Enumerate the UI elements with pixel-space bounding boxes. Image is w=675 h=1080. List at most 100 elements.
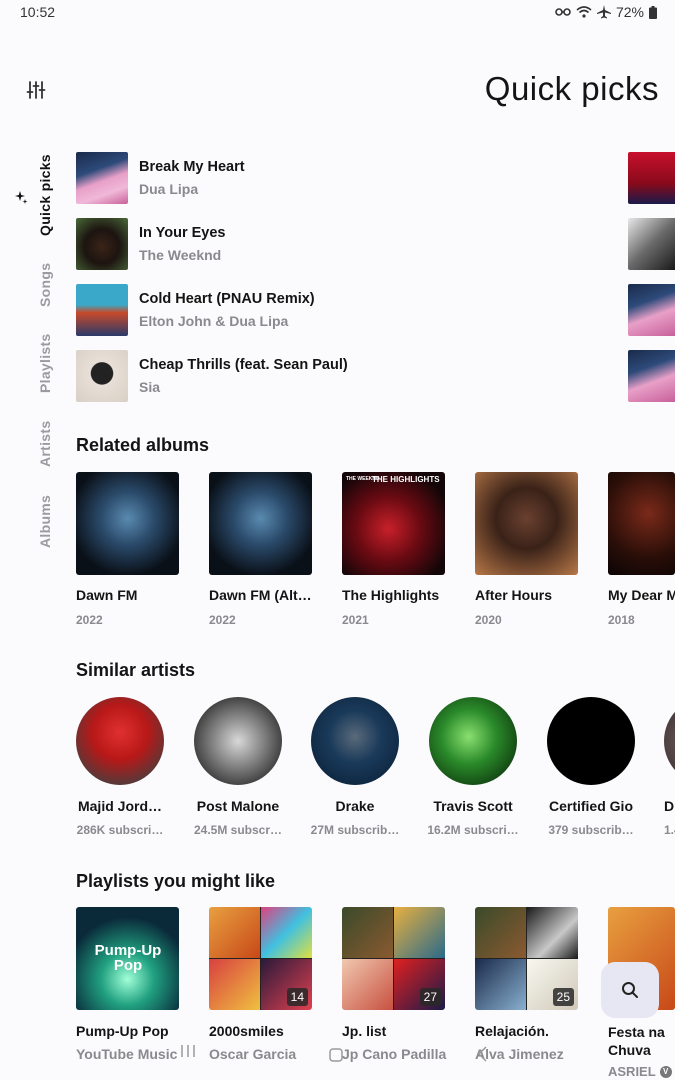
- side-nav-playlists[interactable]: Playlists: [37, 333, 53, 393]
- section-title-related-albums: Related albums: [76, 435, 210, 455]
- section-title-playlists: Playlists you might like: [76, 871, 276, 891]
- artist-subscribers: 16.2M subscri…: [427, 823, 519, 837]
- album-card[interactable]: My Dear M 2018: [608, 472, 675, 627]
- song-title: Break My Heart: [139, 159, 245, 175]
- artist-card[interactable]: Travis Scott 16.2M subscri…: [421, 697, 525, 837]
- peek-thumbnail[interactable]: [628, 350, 675, 402]
- playlist-art: 27: [342, 907, 445, 1010]
- search-button[interactable]: [601, 962, 659, 1018]
- album-art: [209, 472, 312, 575]
- wifi-icon: [576, 6, 592, 18]
- album-year: 2022: [76, 613, 103, 627]
- album-title: My Dear M: [608, 587, 675, 603]
- artist-avatar: [311, 697, 399, 785]
- album-art-text: THE HIGHLIGHTS: [372, 475, 440, 484]
- song-thumbnail: [76, 350, 128, 402]
- artist-card-partial[interactable]: D 1.4: [664, 697, 675, 857]
- side-nav-songs[interactable]: Songs: [37, 263, 53, 307]
- album-card[interactable]: THE HIGHLIGHTS THE WEEKND The Highlights…: [342, 472, 445, 627]
- album-art: [76, 472, 179, 575]
- side-nav-quick-picks[interactable]: Quick picks: [37, 154, 53, 236]
- filter-sliders-icon[interactable]: [26, 80, 46, 100]
- album-year: 2020: [475, 613, 502, 627]
- page-title: Quick picks: [484, 70, 659, 107]
- playlist-art-text: Pump-Up Pop: [94, 942, 162, 974]
- playlist-art: 25: [475, 907, 578, 1010]
- playlist-title: Jp. list: [342, 1023, 387, 1039]
- song-thumbnail: [76, 284, 128, 336]
- playlist-title: Festa na Chuva: [608, 1024, 665, 1058]
- home-icon[interactable]: [329, 1048, 343, 1062]
- album-art-subtext: THE WEEKND: [346, 476, 380, 482]
- artist-name: Drake: [335, 798, 375, 814]
- album-art: [608, 472, 675, 575]
- song-title: Cold Heart (PNAU Remix): [139, 291, 315, 307]
- song-artist: The Weeknd: [139, 247, 222, 263]
- album-card[interactable]: Dawn FM 2022: [76, 472, 179, 627]
- side-nav-albums[interactable]: Albums: [37, 495, 53, 548]
- airplane-icon: [596, 5, 611, 19]
- song-thumbnail: [76, 218, 128, 270]
- battery-icon: [649, 5, 657, 19]
- song-row[interactable]: Break My Heart Dua Lipa: [76, 152, 556, 204]
- song-row[interactable]: Cold Heart (PNAU Remix) Elton John & Dua…: [76, 284, 556, 336]
- artist-name: Post Malone: [196, 798, 280, 814]
- status-icons: 72%: [555, 4, 657, 20]
- artist-name: Travis Scott: [433, 798, 513, 814]
- album-card[interactable]: Dawn FM (Alt… 2022: [209, 472, 312, 627]
- artist-avatar: [429, 697, 517, 785]
- sparkle-icon: [15, 191, 28, 204]
- status-time: 10:52: [20, 4, 56, 20]
- status-bar: 10:52 72%: [0, 0, 675, 26]
- album-art: THE HIGHLIGHTS THE WEEKND: [342, 472, 445, 575]
- artist-subscribers: 379 subscrib…: [548, 823, 634, 837]
- battery-percent: 72%: [615, 4, 644, 20]
- playlist-owner: Alva Jimenez: [475, 1046, 564, 1062]
- peek-thumbnail[interactable]: [628, 284, 675, 336]
- artist-avatar: [547, 697, 635, 785]
- artist-avatar: [194, 697, 282, 785]
- playlist-owner: Oscar Garcia: [209, 1046, 297, 1062]
- playlist-card[interactable]: 14 2000smiles Oscar Garcia: [209, 907, 312, 1062]
- artist-subscribers: 27M subscrib…: [310, 823, 400, 837]
- album-year: 2021: [342, 613, 369, 627]
- album-title: After Hours: [475, 587, 553, 603]
- artist-name: Certified Gio: [548, 798, 633, 814]
- song-artist: Elton John & Dua Lipa: [139, 313, 289, 329]
- playlist-track-count: 27: [419, 988, 441, 1006]
- side-nav-artists[interactable]: Artists: [37, 421, 53, 467]
- playlist-title: Relajación.: [475, 1023, 549, 1039]
- playlist-title: 2000smiles: [209, 1023, 284, 1039]
- album-title: Dawn FM: [76, 587, 138, 603]
- back-icon[interactable]: [476, 1046, 488, 1062]
- artist-name: Majid Jord…: [77, 798, 162, 814]
- peek-thumbnail[interactable]: [628, 152, 675, 204]
- artist-card[interactable]: Majid Jord… 286K subscri…: [68, 697, 172, 837]
- playlist-title: Pump-Up Pop: [76, 1023, 169, 1039]
- artist-subscribers: 286K subscri…: [76, 823, 164, 837]
- playlist-card[interactable]: 27 Jp. list Jp Cano Padilla: [342, 907, 446, 1062]
- playlist-art: 14: [209, 907, 312, 1010]
- peek-thumbnail[interactable]: [628, 218, 675, 270]
- verified-badge-icon: V: [659, 1065, 672, 1078]
- album-art: [475, 472, 578, 575]
- artist-avatar: [76, 697, 164, 785]
- playlist-track-count: 25: [552, 988, 574, 1006]
- section-title-similar-artists: Similar artists: [76, 660, 196, 680]
- album-title: The Highlights: [342, 587, 440, 603]
- song-artist: Sia: [139, 379, 161, 395]
- playlist-card[interactable]: Pump-Up Pop Pump-Up Pop YouTube Music: [76, 907, 179, 1062]
- song-row[interactable]: In Your Eyes The Weeknd: [76, 218, 556, 270]
- artist-subscribers: 1.4: [664, 823, 675, 837]
- song-title: Cheap Thrills (feat. Sean Paul): [139, 357, 348, 373]
- playlist-owner: ASRIEL V: [608, 1064, 672, 1079]
- artist-card[interactable]: Certified Gio 379 subscrib…: [539, 697, 643, 837]
- artist-card[interactable]: Drake 27M subscrib…: [303, 697, 407, 837]
- artist-name: D: [664, 798, 675, 814]
- recent-apps-icon[interactable]: [180, 1044, 196, 1058]
- playlist-owner: Jp Cano Padilla: [342, 1046, 447, 1062]
- artist-card[interactable]: Post Malone 24.5M subscr…: [186, 697, 290, 837]
- song-row[interactable]: Cheap Thrills (feat. Sean Paul) Sia: [76, 350, 556, 402]
- playlist-card[interactable]: 25 Relajación. Alva Jimenez: [475, 907, 578, 1062]
- album-card[interactable]: After Hours 2020: [475, 472, 578, 627]
